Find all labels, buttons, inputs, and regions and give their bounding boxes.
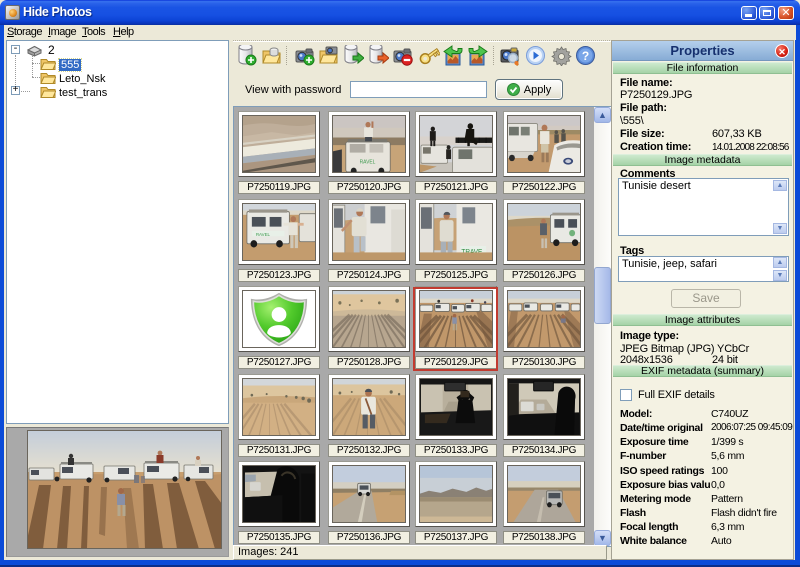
svg-text:RAVEL: RAVEL xyxy=(256,232,271,237)
svg-text:RAVEL: RAVEL xyxy=(360,159,376,165)
svg-text:?: ? xyxy=(582,49,589,63)
